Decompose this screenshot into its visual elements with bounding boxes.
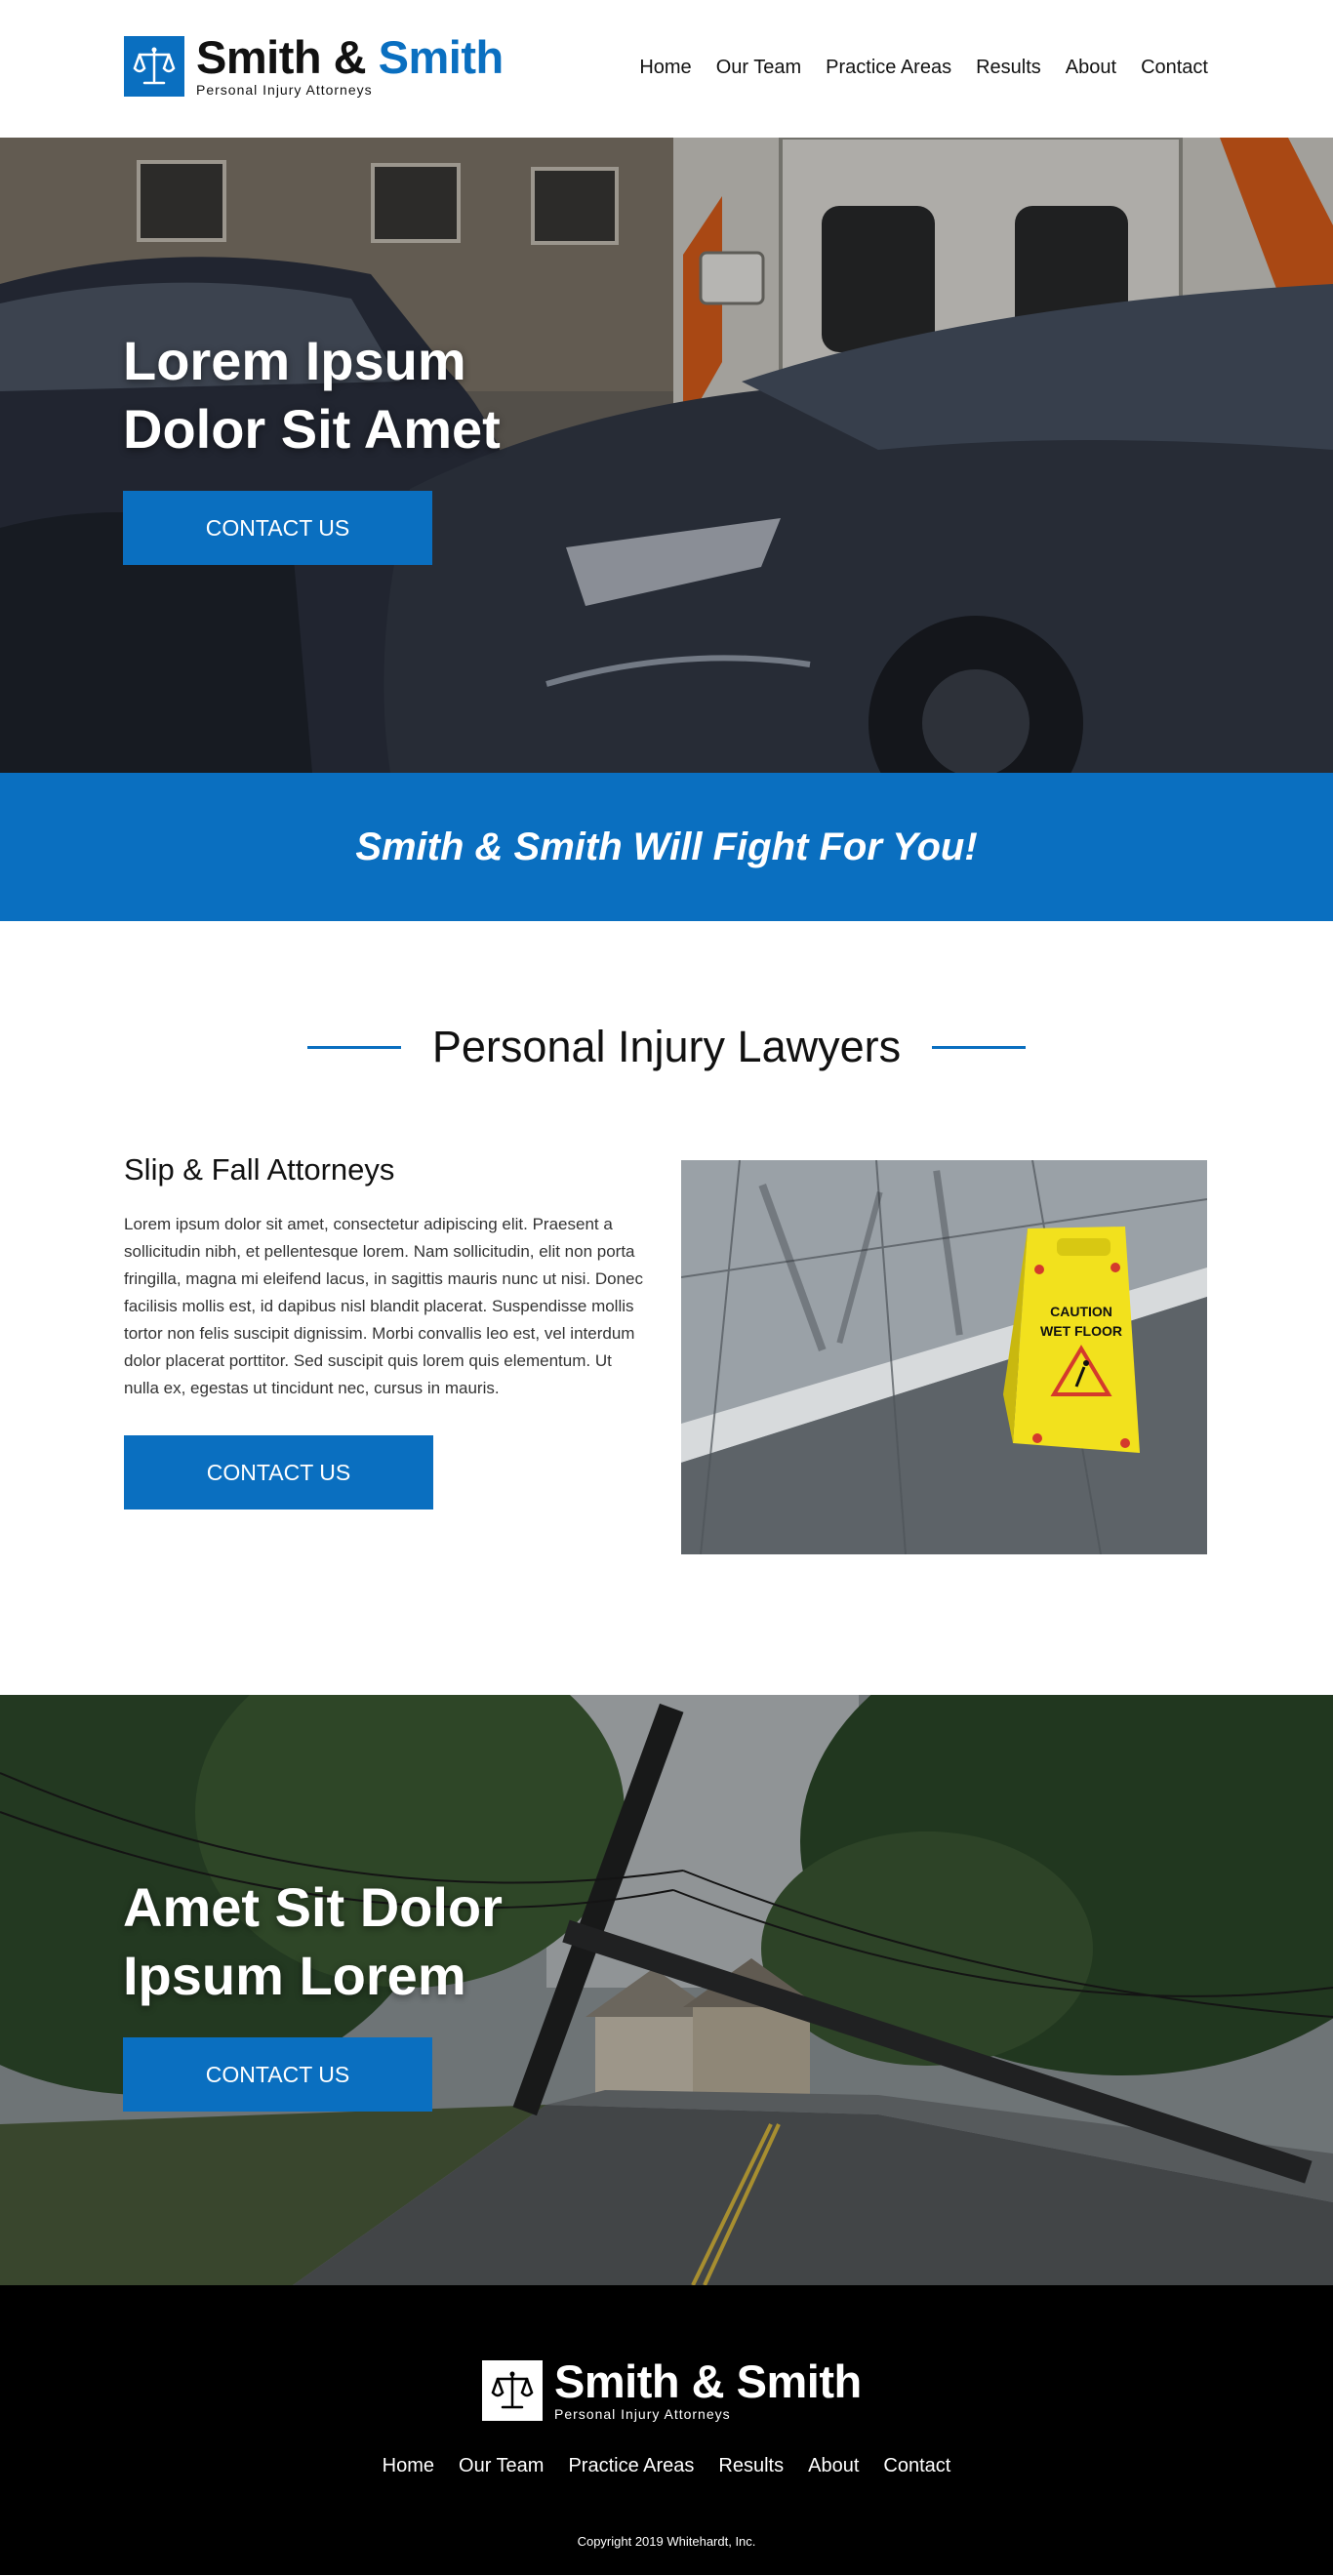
tagline-band: Smith & Smith Will Fight For You! (0, 773, 1333, 921)
footer-nav-contact[interactable]: Contact (883, 2455, 950, 2477)
practice-section: Personal Injury Lawyers Slip & Fall Atto… (0, 921, 1333, 1695)
section-title: Personal Injury Lawyers (431, 1022, 902, 1071)
sign-wet-floor-text: WET FLOOR (1040, 1323, 1122, 1339)
article-title: Slip & Fall Attorneys (124, 1152, 395, 1187)
footer-logo-title: Smith & Smith (554, 2355, 862, 2407)
footer-nav-home[interactable]: Home (383, 2455, 434, 2477)
copyright-text: Copyright 2019 Whitehardt, Inc. (577, 2534, 756, 2549)
wet-floor-sign-photo: CAUTION WET FLOOR (681, 1160, 1207, 1554)
heading-rule-right (932, 1045, 1027, 1049)
hero2-title-line2: Ipsum Lorem (123, 1945, 466, 2006)
logo-tagline: Personal Injury Attorneys (196, 82, 373, 98)
hero-title: Lorem Ipsum Dolor Sit Amet (123, 327, 501, 463)
logo-title: Smith & Smith (196, 34, 504, 80)
hero-power-pole: Amet Sit Dolor Ipsum Lorem CONTACT US (0, 1695, 1333, 2285)
nav-contact[interactable]: Contact (1141, 57, 1208, 79)
nav-home[interactable]: Home (639, 57, 691, 79)
nav-practice-areas[interactable]: Practice Areas (826, 57, 951, 79)
nav-our-team[interactable]: Our Team (716, 57, 801, 79)
hero-contact-button[interactable]: CONTACT US (123, 491, 432, 565)
hero2-title: Amet Sit Dolor Ipsum Lorem (123, 1873, 503, 2010)
nav-results[interactable]: Results (976, 57, 1041, 79)
hero-car-crash: Lorem Ipsum Dolor Sit Amet CONTACT US (0, 138, 1333, 773)
sign-caution-text: CAUTION (1050, 1304, 1112, 1319)
hero2-contact-button[interactable]: CONTACT US (123, 2037, 432, 2112)
heading-rule-left (306, 1045, 401, 1049)
main-nav: Home Our Team Practice Areas Results Abo… (639, 57, 1208, 79)
site-header: Smith & Smith Personal Injury Attorneys … (0, 0, 1333, 138)
footer-logo-tagline: Personal Injury Attorneys (554, 2406, 731, 2422)
logo-name-part1: Smith & (196, 31, 367, 83)
site-footer: Smith & Smith Personal Injury Attorneys … (0, 2285, 1333, 2575)
tagline-text: Smith & Smith Will Fight For You! (355, 825, 978, 868)
slip-fall-article: Slip & Fall Attorneys Lorem ipsum dolor … (124, 1152, 645, 1509)
footer-nav-results[interactable]: Results (718, 2455, 784, 2477)
hero-title-line2: Dolor Sit Amet (123, 398, 501, 460)
site-logo[interactable]: Smith & Smith Personal Injury Attorneys (124, 34, 504, 98)
footer-logo[interactable]: Smith & Smith Personal Injury Attorneys (482, 2355, 862, 2422)
footer-nav-about[interactable]: About (808, 2455, 859, 2477)
article-body: Lorem ipsum dolor sit amet, consectetur … (124, 1215, 643, 1397)
scales-of-justice-icon (482, 2360, 543, 2421)
scales-of-justice-icon (124, 36, 184, 97)
footer-nav: Home Our Team Practice Areas Results Abo… (0, 2455, 1333, 2477)
nav-about[interactable]: About (1066, 57, 1116, 79)
article-contact-button[interactable]: CONTACT US (124, 1435, 433, 1509)
footer-nav-our-team[interactable]: Our Team (459, 2455, 544, 2477)
footer-nav-practice-areas[interactable]: Practice Areas (568, 2455, 694, 2477)
section-heading: Personal Injury Lawyers (0, 1022, 1333, 1072)
hero2-title-line1: Amet Sit Dolor (123, 1876, 503, 1938)
hero-title-line1: Lorem Ipsum (123, 330, 466, 391)
logo-name-part2: Smith (378, 31, 505, 83)
